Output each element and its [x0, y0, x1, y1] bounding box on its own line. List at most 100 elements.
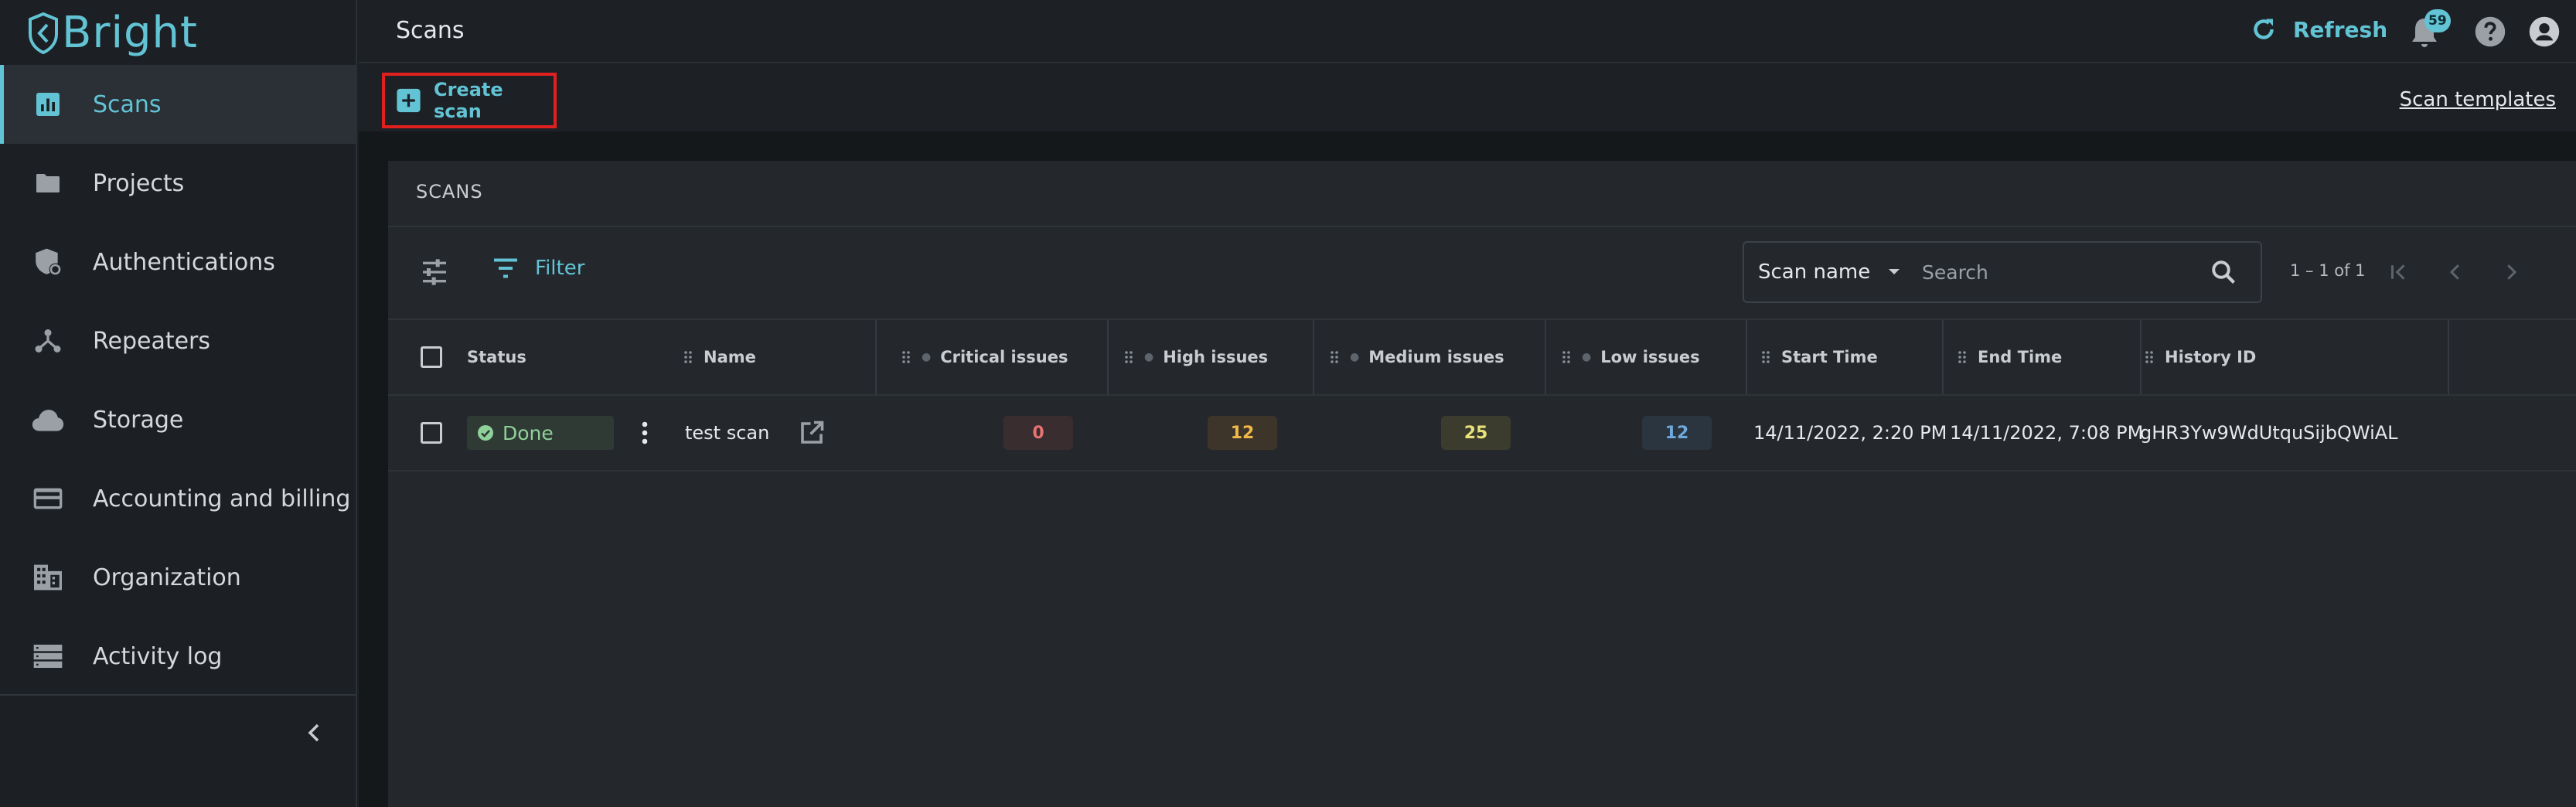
drag-handle-icon[interactable]: [1958, 350, 1967, 364]
drag-handle-icon[interactable]: [1124, 350, 1133, 364]
bright-logo[interactable]: Bright: [28, 5, 198, 62]
dropdown-arrow-icon: [1889, 269, 1900, 274]
sidebar-item-organization[interactable]: Organization: [0, 538, 356, 617]
drag-handle-icon[interactable]: [1330, 350, 1339, 364]
medium-issues-cell: 25: [1441, 396, 1511, 470]
sidebar: Bright Scans Projects Authentications Re…: [0, 0, 357, 807]
drag-handle-icon[interactable]: [1761, 350, 1770, 364]
sidebar-item-scans[interactable]: Scans: [0, 65, 356, 144]
column-divider[interactable]: [1107, 320, 1109, 394]
drag-handle-icon[interactable]: [1562, 350, 1571, 364]
column-header-low-issues[interactable]: ● Low issues: [1562, 320, 1700, 394]
logo-text: Bright: [62, 8, 198, 58]
column-label: Status: [467, 348, 526, 366]
select-all-checkbox[interactable]: [421, 346, 442, 368]
start-time-cell: 14/11/2022, 2:20 PM: [1753, 422, 1947, 444]
open-in-new-tab-button[interactable]: [798, 396, 826, 470]
bright-logo-icon: [29, 12, 58, 54]
column-header-history-id[interactable]: History ID: [2145, 320, 2256, 394]
previous-page-button[interactable]: [2440, 257, 2471, 288]
column-divider[interactable]: [1746, 320, 1747, 394]
row-checkbox-cell: [421, 396, 442, 470]
critical-issues-cell: 0: [1003, 396, 1073, 470]
search-icon[interactable]: [2210, 258, 2237, 286]
collapse-sidebar-button[interactable]: [300, 719, 328, 747]
card-title: SCANS: [416, 181, 483, 203]
cloud-icon: [31, 403, 65, 437]
column-header-status[interactable]: Status: [467, 320, 526, 394]
filter-label: Filter: [535, 257, 585, 280]
drag-handle-icon[interactable]: [683, 350, 693, 364]
first-page-button[interactable]: [2383, 257, 2414, 288]
search-input[interactable]: [1922, 260, 2200, 284]
column-label: End Time: [1978, 348, 2063, 366]
history-id-cell: gHR3Yw9WdUtquSijbQWiAL: [2140, 422, 2398, 444]
column-divider[interactable]: [2140, 320, 2142, 394]
column-settings-icon[interactable]: [419, 257, 450, 288]
column-divider[interactable]: [1942, 320, 1944, 394]
sidebar-item-label: Scans: [93, 90, 162, 118]
column-header-name[interactable]: Name: [683, 320, 756, 394]
refresh-label: Refresh: [2293, 16, 2388, 43]
drag-handle-icon[interactable]: [2145, 350, 2154, 364]
scan-name[interactable]: test scan: [685, 422, 769, 444]
name-cell[interactable]: test scan: [685, 396, 769, 470]
sidebar-item-storage[interactable]: Storage: [0, 380, 356, 459]
sidebar-item-label: Activity log: [93, 642, 223, 670]
account-avatar-icon[interactable]: [2528, 15, 2561, 48]
sidebar-item-projects[interactable]: Projects: [0, 144, 356, 223]
add-box-icon: [397, 88, 421, 113]
column-label: High issues: [1163, 348, 1269, 366]
page-title: Scans: [396, 17, 465, 44]
sort-indicator-icon: ●: [1582, 351, 1592, 363]
column-divider[interactable]: [875, 320, 877, 394]
sidebar-item-label: Organization: [93, 564, 241, 591]
sidebar-item-label: Storage: [93, 406, 184, 434]
help-icon[interactable]: [2474, 15, 2506, 48]
credit-card-icon: [31, 482, 65, 516]
refresh-button[interactable]: Refresh: [2250, 15, 2387, 43]
high-issues-cell: 12: [1208, 396, 1277, 470]
sidebar-divider: [0, 694, 356, 696]
critical-count-badge[interactable]: 0: [1003, 416, 1073, 450]
sidebar-item-repeaters[interactable]: Repeaters: [0, 301, 356, 380]
column-header-medium-issues[interactable]: ● Medium issues: [1330, 320, 1504, 394]
column-header-high-issues[interactable]: ● High issues: [1124, 320, 1268, 394]
row-actions-menu-button[interactable]: [640, 396, 649, 470]
column-label: Low issues: [1600, 348, 1700, 366]
high-count-badge[interactable]: 12: [1208, 416, 1277, 450]
open-in-new-icon: [801, 421, 824, 444]
sort-indicator-icon: ●: [1350, 351, 1360, 363]
row-checkbox[interactable]: [421, 422, 442, 444]
column-divider[interactable]: [1313, 320, 1314, 394]
sidebar-item-label: Projects: [93, 169, 185, 197]
check-circle-icon: [478, 425, 493, 441]
top-bar: Scans Refresh 59: [359, 0, 2576, 63]
drag-handle-icon[interactable]: [901, 350, 911, 364]
column-divider[interactable]: [2448, 320, 2449, 394]
sidebar-item-label: Accounting and billing: [93, 485, 351, 512]
sidebar-item-authentications[interactable]: Authentications: [0, 223, 356, 301]
table-row[interactable]: Done test scan 0 12 25 12 14/11/2022, 2:…: [388, 396, 2576, 470]
column-divider[interactable]: [1545, 320, 1546, 394]
filter-button[interactable]: Filter: [492, 257, 584, 280]
next-page-button[interactable]: [2496, 257, 2527, 288]
sort-indicator-icon: ●: [1144, 351, 1154, 363]
scan-templates-link[interactable]: Scan templates: [2400, 88, 2556, 111]
medium-count-badge[interactable]: 25: [1441, 416, 1511, 450]
create-scan-button[interactable]: Create scan: [382, 73, 557, 128]
sort-indicator-icon: ●: [922, 351, 932, 363]
sidebar-item-activity-log[interactable]: Activity log: [0, 617, 356, 696]
building-icon: [31, 560, 65, 594]
status-text: Done: [503, 421, 554, 444]
sidebar-item-accounting-and-billing[interactable]: Accounting and billing: [0, 459, 356, 538]
column-header-start-time[interactable]: Start Time: [1761, 320, 1878, 394]
more-vertical-icon: [642, 421, 648, 444]
column-label: Start Time: [1781, 348, 1878, 366]
action-bar: Create scan Scan templates: [359, 65, 2576, 131]
notification-count-badge: 59: [2424, 9, 2451, 32]
search-field-select[interactable]: Scan name: [1743, 241, 1911, 303]
column-header-end-time[interactable]: End Time: [1958, 320, 2062, 394]
column-header-critical-issues[interactable]: ● Critical issues: [901, 320, 1068, 394]
low-count-badge[interactable]: 12: [1642, 416, 1712, 450]
